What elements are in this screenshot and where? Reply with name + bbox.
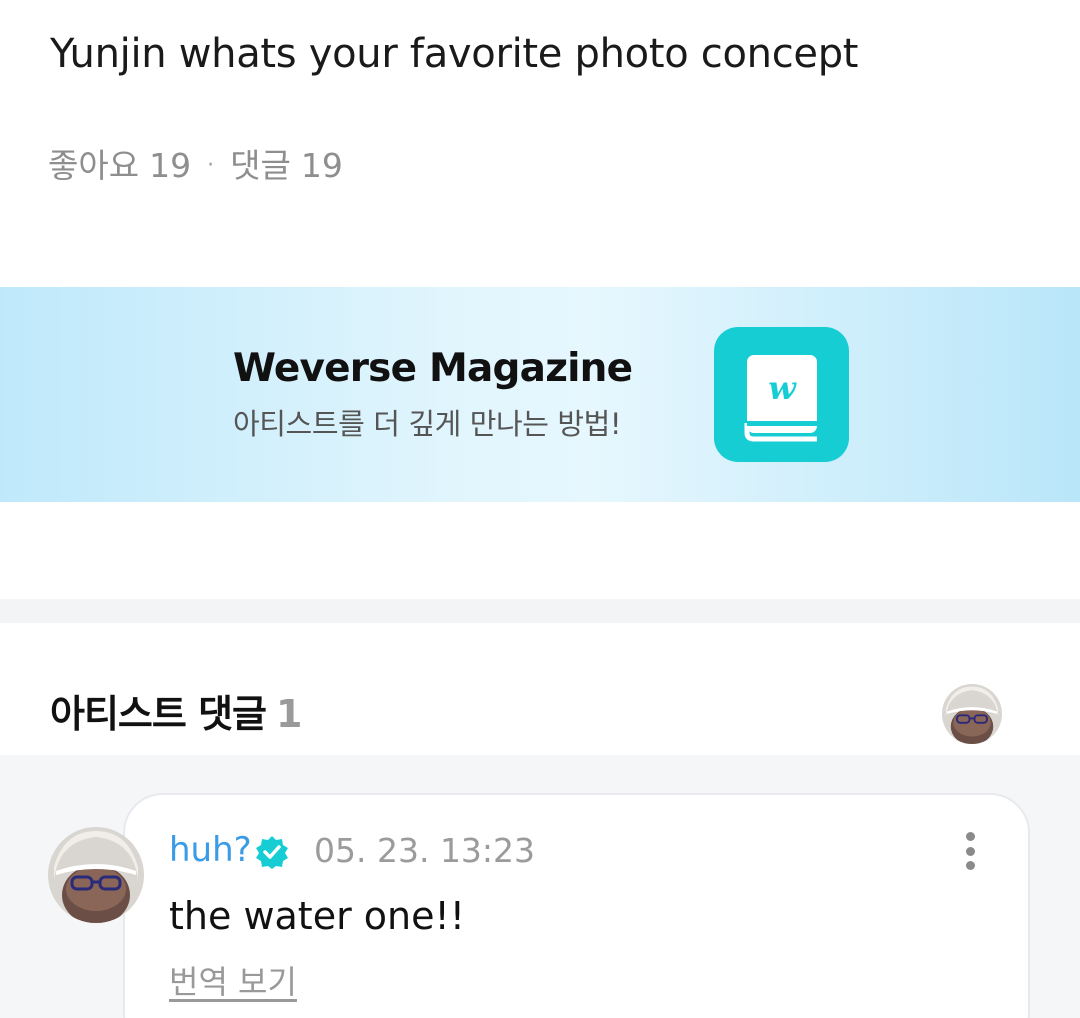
more-vertical-icon[interactable] <box>952 828 988 874</box>
artist-comments-count: 1 <box>276 692 302 736</box>
comment-author-name[interactable]: huh? <box>169 828 252 872</box>
comment-author-avatar[interactable] <box>48 827 144 923</box>
comment-text: the water one!! <box>169 894 465 938</box>
weverse-magazine-book-icon: w <box>714 327 849 462</box>
banner-subtitle: 아티스트를 더 깊게 만나는 방법! <box>233 407 622 441</box>
artist-comments-label: 아티스트 댓글 <box>50 692 267 736</box>
comments-count: 19 <box>300 146 343 185</box>
likes-count: 19 <box>149 146 192 185</box>
comment-timestamp: 05. 23. 13:23 <box>314 831 536 870</box>
stats-separator: · <box>207 153 215 178</box>
likes-label[interactable]: 좋아요 <box>48 144 139 188</box>
weverse-magazine-banner[interactable]: Weverse Magazine 아티스트를 더 깊게 만나는 방법! w <box>0 287 1080 502</box>
banner-title: Weverse Magazine <box>233 346 633 391</box>
artist-comments-header: 아티스트 댓글 1 <box>50 688 302 740</box>
artist-avatar[interactable] <box>942 684 1002 744</box>
post-stats: 좋아요 19 · 댓글 19 <box>48 144 343 188</box>
section-divider <box>0 599 1080 623</box>
post-title: Yunjin whats your favorite photo concept <box>50 31 859 77</box>
verified-badge-icon <box>255 835 289 869</box>
translate-link[interactable]: 번역 보기 <box>169 960 297 1004</box>
comments-label[interactable]: 댓글 <box>230 144 291 188</box>
banner-icon-letter: w <box>768 369 797 407</box>
post-page: Yunjin whats your favorite photo concept… <box>0 0 1080 1018</box>
